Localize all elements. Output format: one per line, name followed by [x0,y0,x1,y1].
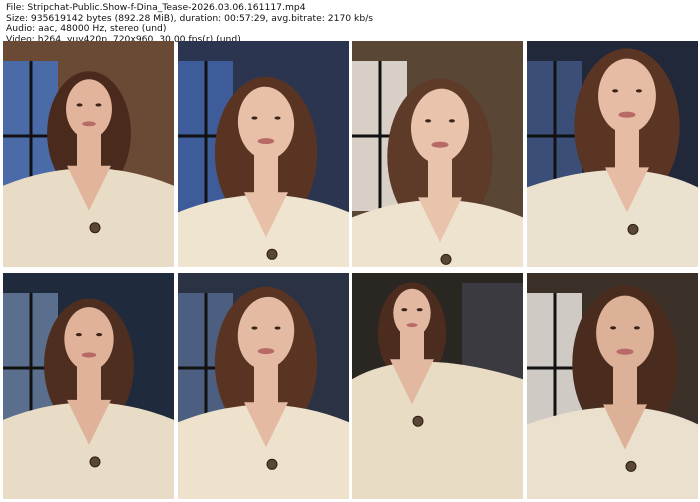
sweater [527,169,699,267]
thumbnail-1 [3,41,174,267]
sweater-button [440,253,452,265]
thumbnail-7 [352,273,524,499]
face [66,79,112,139]
thumbnail-5 [3,273,174,499]
face [393,288,432,338]
thumbnail-3 [352,41,524,267]
thumbnail-8 [527,273,699,499]
sweater-button [625,460,637,472]
face [598,58,656,134]
sweater-button [89,456,101,468]
thumbnail-2 [177,41,349,267]
sweater-button [266,458,278,470]
sweater-button [89,222,101,234]
file-name-line: File: Stripchat-Public.Show-f-Dina_Tease… [6,2,306,13]
thumbnail-6 [177,273,349,499]
thumbnail-grid [3,41,699,499]
face [596,295,654,371]
sweater-button [266,248,278,260]
thumbnail-4 [527,41,699,267]
sweater-button [627,223,639,235]
file-info-header: File: Stripchat-Public.Show-f-Dina_Tease… [6,2,373,45]
sweater [352,361,524,499]
face [64,307,114,371]
sweater-button [412,415,424,427]
